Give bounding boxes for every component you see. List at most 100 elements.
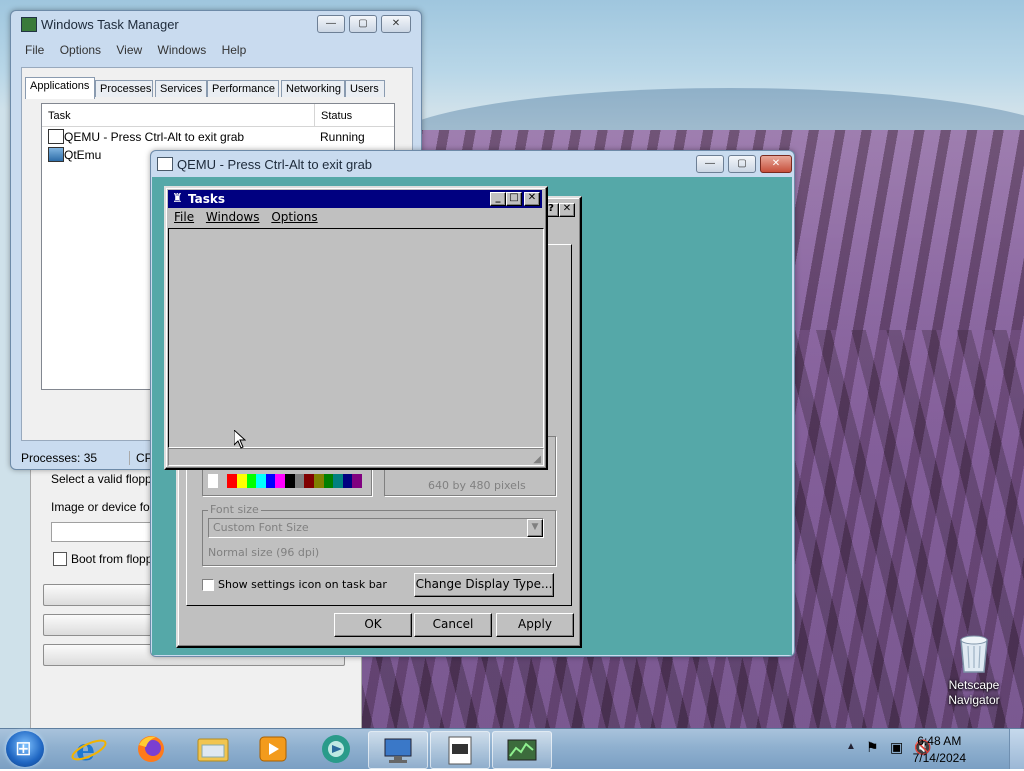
palette-swatch bbox=[275, 474, 285, 488]
tab-networking[interactable]: Networking bbox=[281, 80, 345, 97]
task-manager-title: Windows Task Manager bbox=[41, 17, 179, 32]
firefox-icon[interactable] bbox=[122, 731, 180, 767]
palette-swatch bbox=[333, 474, 343, 488]
palette-swatch bbox=[265, 474, 276, 488]
font-size-value: Custom Font Size bbox=[213, 521, 309, 534]
font-size-note: Normal size (96 dpi) bbox=[208, 546, 320, 559]
network-icon[interactable]: ▣ bbox=[890, 739, 903, 756]
show-settings-label: Show settings icon on task bar bbox=[218, 578, 387, 591]
palette-swatch bbox=[304, 474, 314, 488]
window-icon bbox=[48, 129, 64, 144]
color-palette-strip bbox=[208, 474, 362, 488]
task-manager-menubar: File Options View Windows Help bbox=[25, 43, 258, 57]
close-button[interactable]: ✕ bbox=[760, 155, 792, 173]
maximize-button[interactable]: □ bbox=[506, 192, 522, 206]
tasks-status-bar: ◢ bbox=[168, 448, 544, 466]
clock-date: 7/14/2024 bbox=[912, 751, 966, 765]
taskbar-window-qemu[interactable] bbox=[368, 731, 428, 769]
maximize-button[interactable]: ▢ bbox=[728, 155, 756, 173]
internet-explorer-icon[interactable]: e bbox=[62, 731, 120, 768]
column-status-header[interactable]: Status bbox=[314, 104, 375, 126]
palette-swatch bbox=[342, 474, 353, 488]
palette-swatch bbox=[227, 474, 237, 488]
menu-options[interactable]: Options bbox=[60, 43, 101, 57]
ok-button[interactable]: OK bbox=[334, 613, 412, 637]
minimize-button[interactable]: — bbox=[317, 15, 345, 33]
palette-swatch bbox=[285, 474, 295, 488]
file-explorer-icon[interactable] bbox=[184, 731, 242, 767]
palette-swatch bbox=[313, 474, 324, 488]
close-button[interactable]: ✕ bbox=[524, 192, 540, 206]
menu-file[interactable]: File bbox=[25, 43, 44, 57]
tasks-menubar: File Windows Options bbox=[174, 210, 326, 224]
show-hidden-icons-icon[interactable]: ▲ bbox=[846, 741, 856, 752]
menu-windows[interactable]: Windows bbox=[158, 43, 207, 57]
maximize-button[interactable]: ▢ bbox=[349, 15, 377, 33]
minimize-button[interactable]: — bbox=[696, 155, 724, 173]
tasks-client-area[interactable] bbox=[168, 228, 544, 448]
tasks-window: ♜ Tasks _ □ ✕ File Windows Options ◢ bbox=[164, 186, 548, 470]
tab-processes[interactable]: Processes bbox=[95, 80, 153, 97]
qtemu-taskbar-icon[interactable] bbox=[306, 731, 364, 767]
menu-windows[interactable]: Windows bbox=[206, 210, 260, 224]
floppy-label: Select a valid floppy bbox=[51, 472, 158, 486]
minimize-button[interactable]: _ bbox=[490, 192, 506, 206]
font-size-label: Font size bbox=[208, 503, 261, 516]
task-manager-icon bbox=[21, 17, 37, 32]
taskbar-window-document[interactable] bbox=[430, 731, 490, 769]
processes-count: Processes: 35 bbox=[21, 451, 98, 465]
palette-swatch bbox=[323, 474, 334, 488]
palette-swatch bbox=[217, 474, 228, 488]
qtemu-icon bbox=[48, 147, 64, 162]
close-button[interactable]: ✕ bbox=[381, 15, 411, 33]
tasks-titlebar: ♜ Tasks _ □ ✕ bbox=[168, 190, 542, 208]
palette-swatch bbox=[236, 474, 247, 488]
clock-time: 6:48 AM bbox=[917, 734, 962, 748]
recycle-bin-icon[interactable] bbox=[955, 630, 993, 674]
start-button[interactable] bbox=[6, 731, 44, 767]
tab-performance[interactable]: Performance bbox=[207, 80, 279, 97]
qemu-title: QEMU - Press Ctrl-Alt to exit grab bbox=[177, 157, 373, 172]
change-display-type-button[interactable]: Change Display Type... bbox=[414, 573, 554, 597]
chevron-down-icon[interactable]: ▼ bbox=[527, 519, 543, 537]
task-name: QtEmu bbox=[64, 148, 102, 162]
boot-floppy-checkbox[interactable] bbox=[53, 552, 67, 566]
qemu-icon bbox=[157, 157, 173, 171]
palette-swatch bbox=[294, 474, 305, 488]
palette-swatch bbox=[208, 474, 218, 488]
tasks-icon: ♜ bbox=[172, 191, 183, 205]
table-row[interactable]: QEMU - Press Ctrl-Alt to exit grab Runni… bbox=[42, 128, 394, 146]
palette-swatch bbox=[352, 474, 362, 488]
image-device-label: Image or device for f bbox=[51, 500, 161, 514]
task-list-header: Task Status bbox=[42, 104, 394, 127]
menu-help[interactable]: Help bbox=[222, 43, 247, 57]
task-status: Running bbox=[320, 130, 365, 144]
cancel-button[interactable]: Cancel bbox=[414, 613, 492, 637]
task-name: QEMU - Press Ctrl-Alt to exit grab bbox=[64, 130, 245, 144]
column-task[interactable]: Task bbox=[48, 110, 71, 122]
desktop-icon-label[interactable]: Netscape Navigator bbox=[934, 678, 1014, 708]
tab-applications[interactable]: Applications bbox=[25, 77, 95, 99]
apply-button[interactable]: Apply bbox=[496, 613, 574, 637]
show-desktop-button[interactable] bbox=[1009, 729, 1024, 769]
show-settings-checkbox[interactable] bbox=[202, 579, 214, 591]
font-size-dropdown[interactable]: Custom Font Size ▼ bbox=[208, 518, 544, 538]
menu-options[interactable]: Options bbox=[271, 210, 317, 224]
tab-users[interactable]: Users bbox=[345, 80, 385, 97]
media-player-icon[interactable] bbox=[244, 731, 302, 767]
boot-floppy-label: Boot from floppy bbox=[71, 552, 159, 566]
menu-file[interactable]: File bbox=[174, 210, 194, 224]
action-center-flag-icon[interactable]: ⚑ bbox=[866, 739, 879, 756]
resize-grip-icon[interactable]: ◢ bbox=[533, 454, 541, 465]
menu-view[interactable]: View bbox=[116, 43, 142, 57]
resolution-text: 640 by 480 pixels bbox=[428, 479, 526, 492]
taskbar: e ▲ ⚑ ▣ 🔇 6:48 AM 7/14/2024 bbox=[0, 728, 1024, 769]
mouse-pointer-icon bbox=[234, 430, 246, 449]
tasks-title: Tasks bbox=[188, 192, 226, 206]
column-status: Status bbox=[321, 110, 353, 122]
tab-services[interactable]: Services bbox=[155, 80, 207, 97]
close-button[interactable]: ✕ bbox=[559, 203, 575, 217]
taskbar-clock[interactable]: 6:48 AM 7/14/2024 bbox=[913, 733, 966, 767]
taskbar-window-task-manager[interactable] bbox=[492, 731, 552, 769]
palette-swatch bbox=[246, 474, 257, 488]
